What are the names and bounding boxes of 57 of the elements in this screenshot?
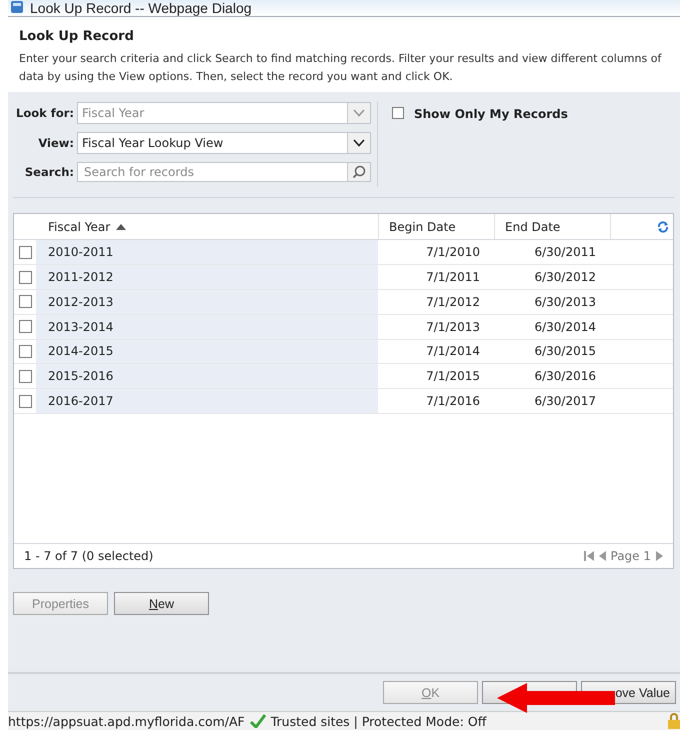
table-cell: 2012-2013 <box>48 294 114 309</box>
checkbox[interactable] <box>392 107 404 120</box>
column-header[interactable]: End Date <box>494 214 610 240</box>
field-label: Search: <box>24 165 74 180</box>
chevron-icon <box>353 109 365 118</box>
table-cell: 7/1/2012 <box>426 294 480 309</box>
dropdown[interactable]: Fiscal Year Lookup View <box>77 132 371 154</box>
table-cell: 2015-2016 <box>48 369 114 384</box>
record-count: 1 - 7 of 7 (0 selected) <box>24 549 154 564</box>
sort-up-icon <box>116 224 126 230</box>
previous-page-icon <box>598 551 606 562</box>
row-checkbox[interactable] <box>18 270 32 284</box>
button[interactable]: New <box>114 592 209 616</box>
next-page-icon <box>656 551 663 562</box>
dialog-title: Look Up Record <box>19 29 135 44</box>
table-cell: 6/30/2011 <box>534 245 596 260</box>
table-cell: 7/1/2016 <box>426 394 480 408</box>
search-field[interactable]: Search for records <box>77 162 347 182</box>
first-page-icon <box>584 551 594 562</box>
table-cell: 7/1/2010 <box>426 245 480 260</box>
page-number: Page 1 <box>610 549 651 564</box>
row-checkbox[interactable] <box>18 394 32 408</box>
row-checkbox[interactable] <box>18 344 32 358</box>
checkmark-icon <box>250 714 266 728</box>
table-cell: 7/1/2011 <box>426 270 480 284</box>
table-cell: 2011-2012 <box>48 270 114 284</box>
table-cell: 2010-2011 <box>48 245 114 260</box>
table-cell: 2013-2014 <box>48 320 114 334</box>
lock-icon <box>668 713 680 730</box>
security-zone: Trusted sites | Protected Mode: Off <box>270 714 486 729</box>
table-cell: 6/30/2014 <box>534 320 596 334</box>
checkbox-label: Show Only My Records <box>414 107 568 122</box>
app-icon <box>10 0 24 14</box>
column-header[interactable]: Fiscal Year <box>36 214 378 240</box>
chevron-icon <box>353 139 365 148</box>
row-checkbox[interactable] <box>18 295 32 308</box>
table-cell: 7/1/2013 <box>426 320 480 334</box>
row-checkbox[interactable] <box>18 320 32 334</box>
row-checkbox[interactable] <box>18 370 32 383</box>
window-title: Look Up Record -- Webpage Dialog <box>30 1 252 16</box>
table-cell: 6/30/2016 <box>534 369 596 384</box>
table-cell: 2014-2015 <box>48 344 114 358</box>
table-cell: 7/1/2015 <box>426 369 480 384</box>
table-cell: 6/30/2015 <box>534 344 596 358</box>
table-cell: 7/1/2014 <box>426 344 480 358</box>
refresh-icon <box>657 220 669 233</box>
search-icon <box>352 165 366 180</box>
field-label: Look for: <box>15 106 74 120</box>
field-label: View: <box>37 136 74 150</box>
row-checkbox[interactable] <box>18 246 32 259</box>
table-cell: 2016-2017 <box>48 394 114 408</box>
table-cell: 6/30/2012 <box>534 270 596 284</box>
status-url: https://appsuat.apd.myflorida.com/AF <box>8 714 245 729</box>
table-cell: 6/30/2013 <box>534 294 596 309</box>
column-header[interactable]: Begin Date <box>378 214 494 240</box>
table-cell: 6/30/2017 <box>534 394 596 408</box>
instructions-text: Enter your search criteria and click Search to find matching records. Filter your results and view different columns of data by using the View options. Then, select the record you want and click OK. <box>19 51 663 86</box>
